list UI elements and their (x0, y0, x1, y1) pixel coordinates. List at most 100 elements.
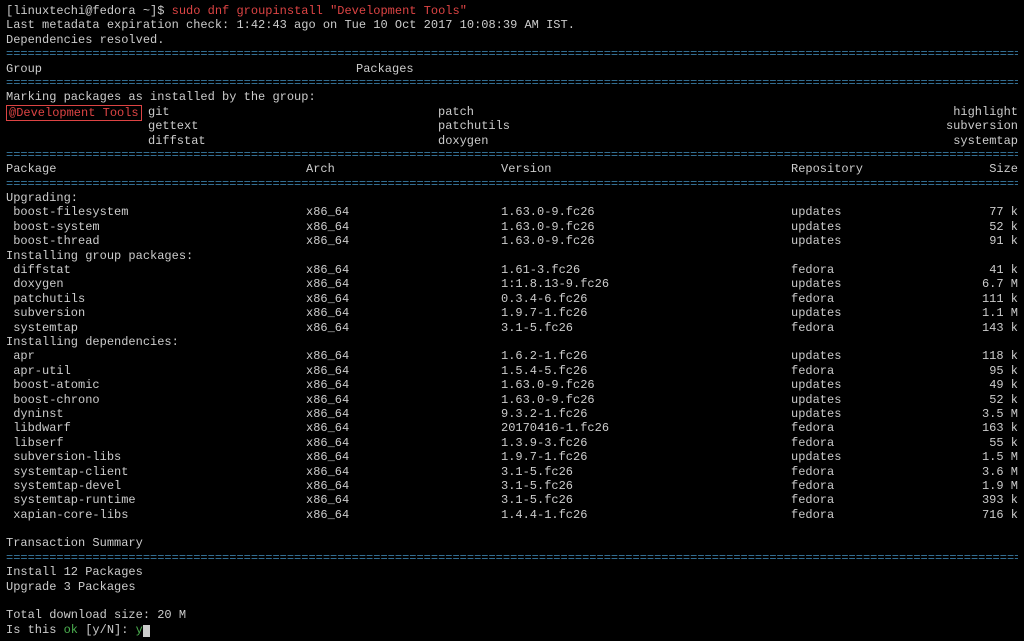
package-row: systemtapx86_643.1-5.fc26fedora143 k (6, 321, 1018, 335)
pkg-name: apr (6, 349, 306, 363)
group-name-highlight: @Development Tools (6, 105, 142, 121)
package-row: subversionx86_641.9.7-1.fc26updates1.1 M (6, 306, 1018, 320)
command-text: dnf groupinstall "Development Tools" (208, 4, 467, 18)
col-group: Group (6, 62, 356, 76)
pkg-size: 77 k (951, 205, 1018, 219)
group-pkg: git (148, 105, 438, 119)
pkg-version: 0.3.4-6.fc26 (501, 292, 791, 306)
marking-line: Marking packages as installed by the gro… (6, 90, 1018, 104)
pkg-size: 143 k (951, 321, 1018, 335)
pkg-version: 1.61-3.fc26 (501, 263, 791, 277)
cursor-icon (143, 625, 150, 637)
pkg-arch: x86_64 (306, 407, 501, 421)
pkg-arch: x86_64 (306, 263, 501, 277)
pkg-repo: fedora (791, 364, 951, 378)
col-package: Package (6, 162, 306, 176)
section-title: Installing dependencies: (6, 335, 1018, 349)
pkg-size: 91 k (951, 234, 1018, 248)
confirm-prompt[interactable]: Is this ok [y/N]: y (6, 623, 1018, 637)
pkg-name: subversion-libs (6, 450, 306, 464)
pkg-repo: updates (791, 349, 951, 363)
group-block: @Development Tools git patch highlight g… (6, 105, 1018, 148)
pkg-repo: fedora (791, 465, 951, 479)
pkg-name: systemtap-devel (6, 479, 306, 493)
pkg-version: 1.6.2-1.fc26 (501, 349, 791, 363)
pkg-version: 9.3.2-1.fc26 (501, 407, 791, 421)
pkg-arch: x86_64 (306, 508, 501, 522)
pkg-repo: updates (791, 234, 951, 248)
package-row: aprx86_641.6.2-1.fc26updates118 k (6, 349, 1018, 363)
pkg-version: 20170416-1.fc26 (501, 421, 791, 435)
pkg-arch: x86_64 (306, 364, 501, 378)
package-row: boost-systemx86_641.63.0-9.fc26updates52… (6, 220, 1018, 234)
pkg-version: 1.4.4-1.fc26 (501, 508, 791, 522)
pkg-arch: x86_64 (306, 321, 501, 335)
package-row: xapian-core-libsx86_641.4.4-1.fc26fedora… (6, 508, 1018, 522)
summary-upgrade: Upgrade 3 Packages (6, 580, 1018, 594)
package-row: systemtap-develx86_643.1-5.fc26fedora1.9… (6, 479, 1018, 493)
pkg-arch: x86_64 (306, 479, 501, 493)
meta-line-1: Last metadata expiration check: 1:42:43 … (6, 18, 1018, 32)
pkg-repo: updates (791, 407, 951, 421)
package-row: dyninstx86_649.3.2-1.fc26updates3.5 M (6, 407, 1018, 421)
section-title: Upgrading: (6, 191, 1018, 205)
pkg-arch: x86_64 (306, 378, 501, 392)
prompt-line: [linuxtechi@fedora ~]$ sudo dnf groupins… (6, 4, 1018, 18)
pkg-version: 1.63.0-9.fc26 (501, 234, 791, 248)
group-pkg: patch (438, 105, 728, 119)
separator: ========================================… (6, 148, 1018, 162)
group-pkg: systemtap (728, 134, 1018, 148)
pkg-arch: x86_64 (306, 349, 501, 363)
pkg-repo: fedora (791, 479, 951, 493)
pkg-name: boost-system (6, 220, 306, 234)
package-row: boost-filesystemx86_641.63.0-9.fc26updat… (6, 205, 1018, 219)
col-version: Version (501, 162, 791, 176)
pkg-repo: updates (791, 220, 951, 234)
pkg-name: apr-util (6, 364, 306, 378)
pkg-size: 393 k (951, 493, 1018, 507)
pkg-name: boost-thread (6, 234, 306, 248)
pkg-repo: fedora (791, 436, 951, 450)
pkg-name: boost-filesystem (6, 205, 306, 219)
pkg-name: libdwarf (6, 421, 306, 435)
pkg-arch: x86_64 (306, 306, 501, 320)
pkg-version: 3.1-5.fc26 (501, 479, 791, 493)
pkg-repo: fedora (791, 263, 951, 277)
summary-install: Install 12 Packages (6, 565, 1018, 579)
pkg-size: 1.9 M (951, 479, 1018, 493)
pkg-size: 95 k (951, 364, 1018, 378)
pkg-arch: x86_64 (306, 436, 501, 450)
section-title: Installing group packages: (6, 249, 1018, 263)
pkg-repo: updates (791, 450, 951, 464)
pkg-version: 1.63.0-9.fc26 (501, 220, 791, 234)
confirm-pre: Is this (6, 623, 64, 637)
pkg-version: 3.1-5.fc26 (501, 321, 791, 335)
pkg-version: 3.1-5.fc26 (501, 493, 791, 507)
download-size: Total download size: 20 M (6, 608, 1018, 622)
pkg-version: 3.1-5.fc26 (501, 465, 791, 479)
group-pkg: subversion (728, 119, 1018, 133)
pkg-version: 1.5.4-5.fc26 (501, 364, 791, 378)
pkg-size: 49 k (951, 378, 1018, 392)
pkg-size: 3.5 M (951, 407, 1018, 421)
group-pkg: gettext (148, 119, 438, 133)
package-row: boost-atomicx86_641.63.0-9.fc26updates49… (6, 378, 1018, 392)
group-pkg: doxygen (438, 134, 728, 148)
pkg-name: systemtap-runtime (6, 493, 306, 507)
package-row: patchutilsx86_640.3.4-6.fc26fedora111 k (6, 292, 1018, 306)
pkg-arch: x86_64 (306, 205, 501, 219)
pkg-arch: x86_64 (306, 292, 501, 306)
pkg-name: dyninst (6, 407, 306, 421)
pkg-size: 55 k (951, 436, 1018, 450)
pkg-version: 1.3.9-3.fc26 (501, 436, 791, 450)
col-repo: Repository (791, 162, 951, 176)
pkg-repo: updates (791, 205, 951, 219)
group-header: Group Packages (6, 62, 1018, 76)
pkg-version: 1.63.0-9.fc26 (501, 393, 791, 407)
pkg-arch: x86_64 (306, 220, 501, 234)
package-sections: Upgrading: boost-filesystemx86_641.63.0-… (6, 191, 1018, 522)
col-arch: Arch (306, 162, 501, 176)
package-row: systemtap-runtimex86_643.1-5.fc26fedora3… (6, 493, 1018, 507)
package-row: apr-utilx86_641.5.4-5.fc26fedora95 k (6, 364, 1018, 378)
pkg-name: systemtap (6, 321, 306, 335)
